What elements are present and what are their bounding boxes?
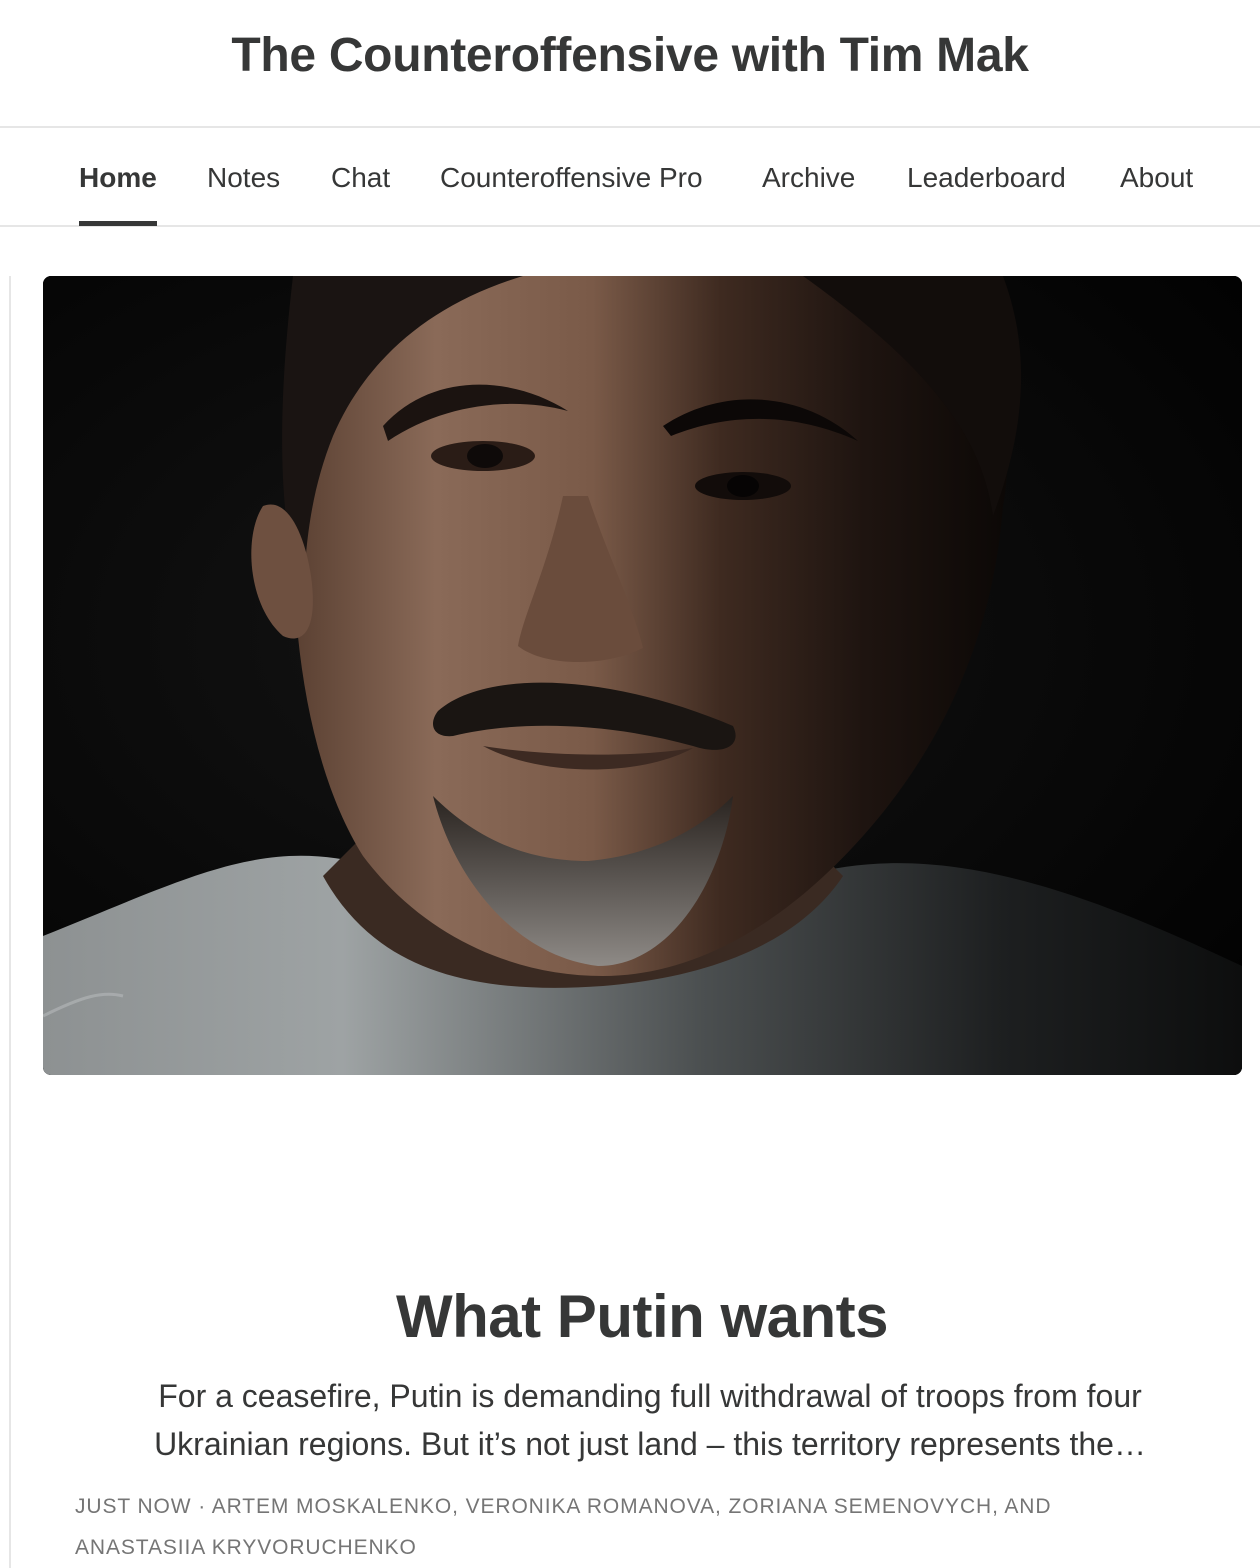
post-timestamp: Just now — [75, 1495, 192, 1518]
main-navigation: Home Notes Chat Counteroffensive Pro Arc… — [0, 128, 1260, 227]
nav-leaderboard[interactable]: Leaderboard — [907, 128, 1066, 225]
nav-notes[interactable]: Notes — [207, 128, 280, 225]
nav-home[interactable]: Home — [79, 128, 157, 226]
portrait-photo — [43, 276, 1242, 1075]
post-hero-image[interactable] — [43, 276, 1242, 1075]
post-subtitle: For a ceasefire, Putin is demanding full… — [154, 1378, 1146, 1462]
post-title[interactable]: What Putin wants — [0, 1282, 1260, 1351]
nav-chat[interactable]: Chat — [331, 128, 390, 225]
nav-counteroffensive-pro[interactable]: Counteroffensive Pro — [440, 128, 703, 225]
meta-separator: · — [191, 1495, 212, 1518]
nav-about[interactable]: About — [1120, 128, 1193, 225]
post-meta: Just now · Artem Moskalenko, Veronika Ro… — [75, 1486, 1135, 1568]
left-divider — [9, 276, 11, 1568]
nav-archive[interactable]: Archive — [762, 128, 855, 225]
post-authors[interactable]: Artem Moskalenko, Veronika Romanova, Zor… — [75, 1495, 1051, 1559]
site-header: The Counteroffensive with Tim Mak — [0, 0, 1260, 128]
site-title[interactable]: The Counteroffensive with Tim Mak — [231, 28, 1029, 83]
